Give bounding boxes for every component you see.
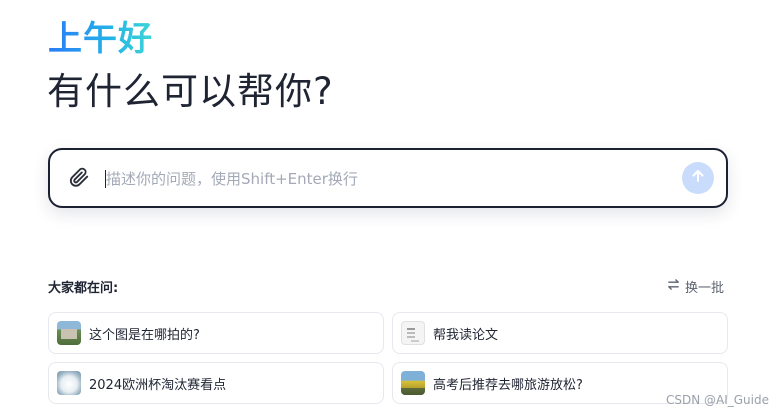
- paperclip-icon: [68, 166, 90, 192]
- suggestion-label: 帮我读论文: [433, 327, 499, 343]
- train-photo-thumbnail: [401, 371, 425, 395]
- send-button[interactable]: [682, 162, 714, 194]
- document-thumbnail: [401, 321, 425, 345]
- suggestion-label: 2024欧洲杯淘汰赛看点: [89, 377, 227, 393]
- suggestion-label: 高考后推荐去哪旅游放松?: [433, 377, 583, 393]
- suggestion-label: 这个图是在哪拍的?: [89, 327, 200, 343]
- refresh-suggestions-button[interactable]: 换一批: [667, 277, 724, 296]
- refresh-label: 换一批: [685, 281, 725, 296]
- attachment-button[interactable]: [64, 164, 94, 194]
- swap-icon: [667, 278, 680, 295]
- suggestion-card[interactable]: 这个图是在哪拍的?: [48, 312, 384, 354]
- suggestion-card[interactable]: 帮我读论文: [392, 312, 728, 354]
- page-subtitle: 有什么可以帮你?: [47, 70, 334, 113]
- watermark: CSDN @AI_Guide: [665, 393, 769, 407]
- arrow-up-icon: [690, 168, 706, 188]
- greeting-title: 上午好: [48, 19, 153, 59]
- suggestions-heading: 大家都在问:: [48, 281, 119, 296]
- suggestion-card[interactable]: 2024欧洲杯淘汰赛看点: [48, 362, 384, 404]
- chat-composer: [48, 148, 728, 208]
- landscape-photo-thumbnail: [57, 321, 81, 345]
- question-input[interactable]: [106, 164, 666, 194]
- football-thumbnail: [57, 371, 81, 395]
